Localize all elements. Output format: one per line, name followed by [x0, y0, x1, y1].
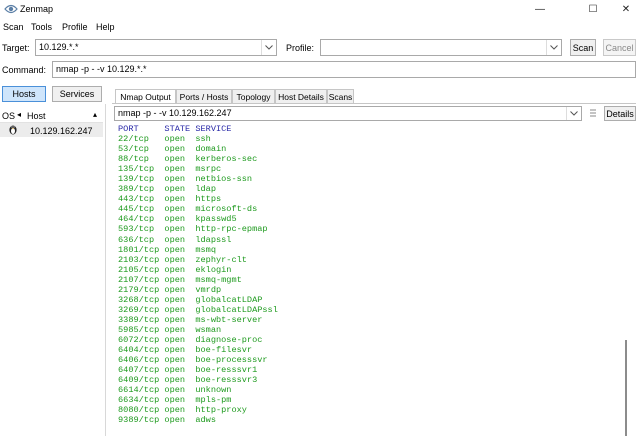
- port-line: 22/tcp open ssh: [118, 134, 211, 145]
- sort-up-icon[interactable]: ▴: [93, 110, 97, 119]
- menu-tools[interactable]: Tools: [31, 22, 52, 32]
- chevron-down-icon[interactable]: [566, 107, 581, 120]
- port-line: 3389/tcp open ms-wbt-server: [118, 314, 263, 325]
- port-line: 6407/tcp open boe-resssvr1: [118, 365, 258, 376]
- port-line: 6406/tcp open boe-processsvr: [118, 355, 268, 366]
- port-line: 464/tcp open kpasswd5: [118, 214, 237, 225]
- port-line: 6634/tcp open mpls-pm: [118, 395, 232, 406]
- profile-label: Profile:: [286, 43, 315, 53]
- sort-left-icon[interactable]: ◂: [17, 110, 21, 119]
- tab-nmap-output[interactable]: Nmap Output: [115, 89, 176, 103]
- chevron-down-icon[interactable]: [546, 40, 561, 55]
- port-line: 2107/tcp open msmq-mgmt: [118, 274, 242, 285]
- tab-topology[interactable]: Topology: [232, 89, 275, 103]
- scan-button[interactable]: Scan: [570, 39, 596, 56]
- target-label: Target:: [2, 43, 30, 53]
- close-button[interactable]: ✕: [606, 0, 639, 18]
- window-title: Zenmap: [20, 4, 54, 14]
- chevron-down-icon[interactable]: [261, 40, 276, 55]
- host-address[interactable]: 10.129.162.247: [30, 126, 93, 136]
- scrollbar-thumb[interactable]: [625, 340, 627, 436]
- scan-command-value: nmap -p - -v 10.129.162.247: [118, 108, 232, 118]
- host-list-header: [0, 108, 103, 123]
- tab-underline: [112, 103, 636, 104]
- port-line: 88/tcp open kerberos-sec: [118, 154, 258, 165]
- command-input[interactable]: nmap -p - -v 10.129.*.*: [52, 61, 636, 78]
- target-combo[interactable]: 10.129.*.*: [35, 39, 277, 56]
- menu-help[interactable]: Help: [96, 22, 115, 32]
- port-line: 2105/tcp open eklogin: [118, 264, 232, 275]
- port-line: 3269/tcp open globalcatLDAPssl: [118, 304, 278, 315]
- port-line: 6614/tcp open unknown: [118, 385, 232, 396]
- port-line: 53/tcp open domain: [118, 144, 227, 155]
- output-header: PORT STATE SERVICE: [118, 124, 232, 134]
- port-line: 6409/tcp open boe-resssvr3: [118, 375, 258, 386]
- minimize-button[interactable]: —: [520, 0, 560, 18]
- tab-host-details[interactable]: Host Details: [275, 89, 327, 103]
- port-line: 2103/tcp open zephyr-clt: [118, 254, 247, 265]
- grip-lines-icon[interactable]: [589, 108, 597, 119]
- output-lines: 22/tcp open ssh 53/tcp open domain 88/tc…: [118, 134, 278, 425]
- tab-ports-hosts[interactable]: Ports / Hosts: [176, 89, 232, 103]
- target-value: 10.129.*.*: [39, 42, 79, 52]
- port-line: 636/tcp open ldapssl: [118, 234, 232, 245]
- port-line: 1801/tcp open msmq: [118, 244, 216, 255]
- port-line: 443/tcp open https: [118, 194, 222, 205]
- port-line: 139/tcp open netbios-ssn: [118, 174, 253, 185]
- menu-profile[interactable]: Profile: [62, 22, 88, 32]
- profile-combo[interactable]: [320, 39, 562, 56]
- column-host[interactable]: Host: [27, 111, 46, 121]
- port-line: 9389/tcp open adws: [118, 415, 216, 426]
- menu-scan[interactable]: Scan: [3, 22, 24, 32]
- linux-penguin-icon: [9, 125, 17, 135]
- services-toggle-button[interactable]: Services: [52, 86, 102, 102]
- nmap-output-panel[interactable]: PORT STATE SERVICE 22/tcp open ssh 53/tc…: [112, 121, 629, 436]
- port-line: 5985/tcp open wsman: [118, 324, 222, 335]
- command-label: Command:: [2, 65, 47, 75]
- port-line: 389/tcp open ldap: [118, 184, 216, 195]
- port-line: 593/tcp open http-rpc-epmap: [118, 224, 268, 235]
- port-line: 8080/tcp open http-proxy: [118, 405, 247, 416]
- column-os[interactable]: OS: [2, 111, 15, 121]
- details-button[interactable]: Details: [604, 106, 636, 121]
- tab-scans[interactable]: Scans: [327, 89, 354, 103]
- port-line: 445/tcp open microsoft-ds: [118, 204, 258, 215]
- port-line: 6072/tcp open diagnose-proc: [118, 334, 263, 345]
- nmap-output-text: PORT STATE SERVICE 22/tcp open ssh 53/tc…: [118, 124, 629, 425]
- scan-command-select[interactable]: nmap -p - -v 10.129.162.247: [114, 106, 582, 121]
- port-line: 2179/tcp open vmrdp: [118, 284, 222, 295]
- port-line: 3268/tcp open globalcatLDAP: [118, 294, 263, 305]
- zenmap-eye-icon: [4, 4, 18, 14]
- pane-divider[interactable]: [105, 104, 106, 436]
- port-line: 6404/tcp open boe-filesvr: [118, 345, 253, 356]
- hosts-toggle-button[interactable]: Hosts: [2, 86, 46, 102]
- cancel-button[interactable]: Cancel: [603, 39, 636, 56]
- port-line: 135/tcp open msrpc: [118, 164, 222, 175]
